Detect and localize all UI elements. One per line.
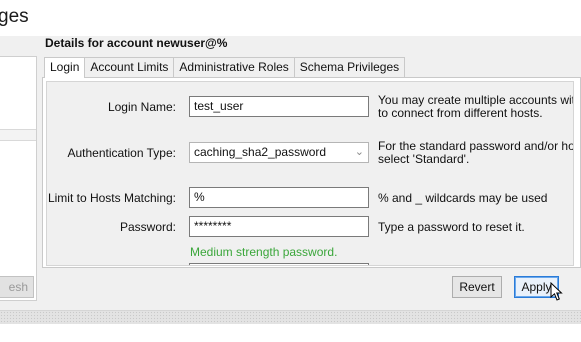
bottom-area <box>0 324 581 342</box>
login-name-help-line2: to connect from different hosts. <box>378 106 543 120</box>
login-name-help-line1: You may create multiple accounts with t <box>378 93 574 107</box>
login-name-input[interactable]: test_user <box>189 96 369 117</box>
login-tab-panel: Login Name: test_user You may create mul… <box>42 77 581 268</box>
auth-type-select[interactable]: caching_sha2_password ⌄ <box>189 142 369 163</box>
auth-type-help-line1: For the standard password and/or host <box>378 139 574 153</box>
list-row-selected[interactable] <box>0 129 36 141</box>
auth-type-label: Authentication Type: <box>67 146 176 160</box>
password-input[interactable]: ******** <box>189 216 369 237</box>
tab-administrative-roles[interactable]: Administrative Roles <box>173 57 295 77</box>
auth-type-help-line2: select 'Standard'. <box>378 152 470 166</box>
account-editor: esh Details for account newuser@% Login … <box>0 36 581 310</box>
revert-button[interactable]: Revert <box>452 276 502 298</box>
password-strength: Medium strength password. <box>190 245 338 259</box>
password-help: Type a password to reset it. <box>378 220 525 234</box>
hosts-input[interactable]: % <box>189 187 369 208</box>
accounts-list[interactable] <box>0 56 37 301</box>
login-name-label: Login Name: <box>107 100 176 114</box>
mouse-pointer-icon <box>550 282 563 301</box>
chevron-down-icon: ⌄ <box>354 146 364 158</box>
details-title: Details for account newuser@% <box>45 36 228 50</box>
auth-type-value: caching_sha2_password <box>194 145 327 159</box>
page-title: ges <box>0 6 29 27</box>
confirm-password-input[interactable] <box>189 263 369 265</box>
hosts-label: Limit to Hosts Matching: <box>47 191 176 205</box>
refresh-button[interactable]: esh <box>0 276 34 298</box>
tab-schema-privileges[interactable]: Schema Privileges <box>293 57 406 77</box>
hosts-help: % and _ wildcards may be used <box>378 191 548 205</box>
password-label: Password: <box>119 220 176 234</box>
tab-login[interactable]: Login <box>44 57 86 78</box>
login-form: Login Name: test_user You may create mul… <box>46 81 574 266</box>
status-strip <box>0 310 581 324</box>
tab-account-limits[interactable]: Account Limits <box>84 57 175 77</box>
tab-bar: Login Account Limits Administrative Role… <box>44 57 406 78</box>
